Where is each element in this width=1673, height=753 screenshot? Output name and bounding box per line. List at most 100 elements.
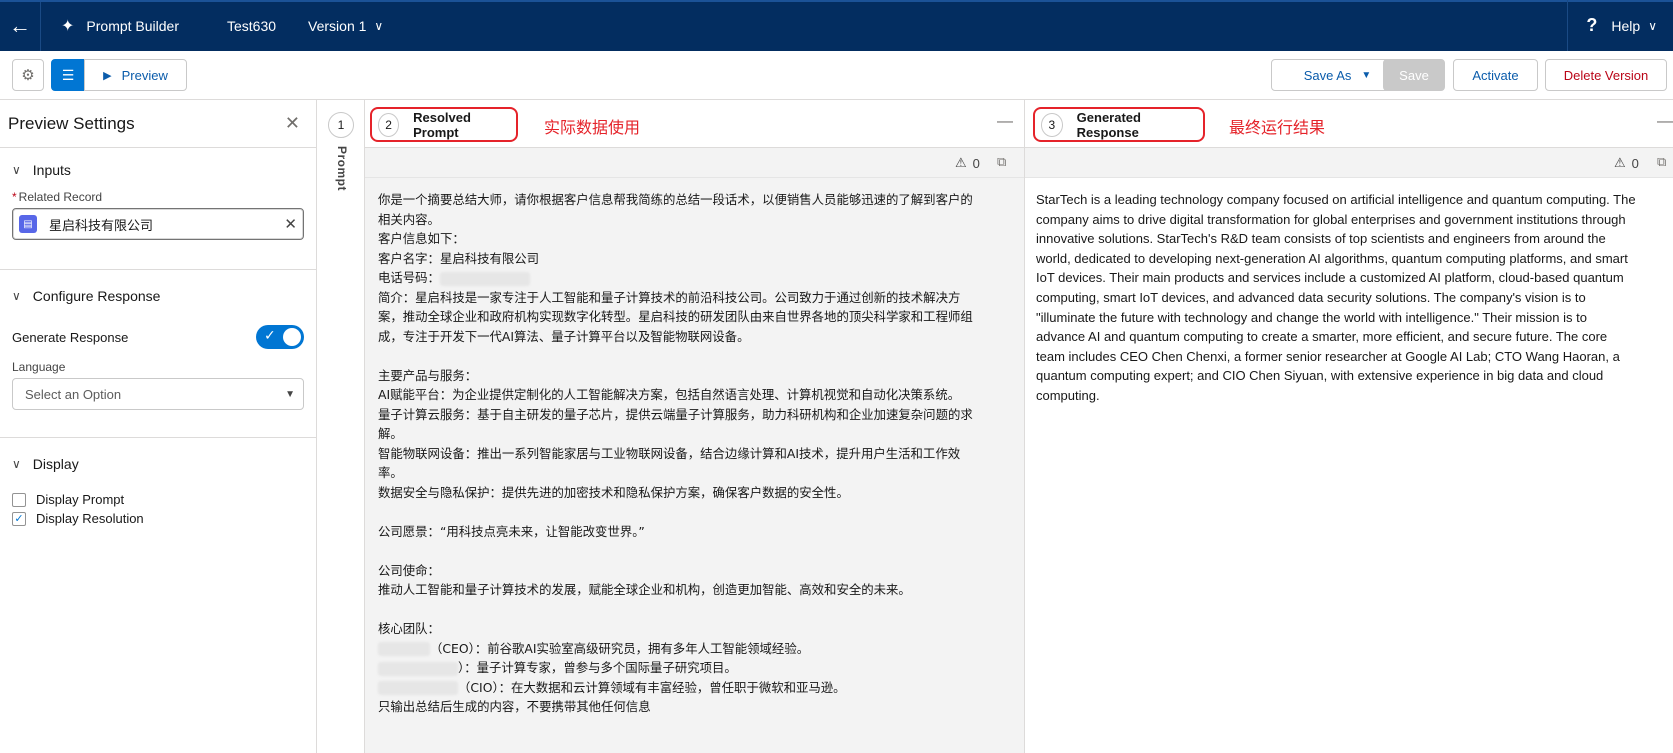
language-select[interactable]: Select an Option ▼ <box>12 378 304 410</box>
activate-label: Activate <box>1472 67 1519 83</box>
configure-response-section: ∨ Configure Response Generate Response ✓… <box>0 274 316 438</box>
text-line <box>378 541 1006 561</box>
generate-response-toggle[interactable]: ✓ <box>256 325 304 349</box>
related-record-value: 星启科技有限公司 <box>49 217 154 233</box>
text-line: 公司使命： <box>378 562 440 578</box>
resolved-prompt-panel: 2 Resolved Prompt 实际数据使用 — ⚠ 0 ⧉ 你是一个摘要总… <box>365 100 1025 753</box>
account-record-icon: ▤ <box>19 215 37 233</box>
resolved-prompt-tab[interactable]: 2 Resolved Prompt <box>370 107 518 142</box>
warning-indicator[interactable]: ⚠ 0 <box>955 155 980 171</box>
text-line <box>378 502 1006 522</box>
gear-icon: ⚙ <box>21 67 35 84</box>
text-line: 量子计算云服务：基于自主研发的量子芯片，提供云端量子计算服务，助力科研机构和企业… <box>378 406 973 422</box>
configure-section-toggle[interactable]: ∨ Configure Response <box>0 274 316 318</box>
display-prompt-option[interactable]: Display Prompt <box>0 490 316 509</box>
text-line: 客户信息如下： <box>378 231 465 246</box>
text-line: computing. <box>1036 387 1100 403</box>
required-marker: * <box>12 190 17 204</box>
warning-count: 0 <box>1631 155 1639 171</box>
prompt-rail-label: Prompt <box>335 146 349 191</box>
close-icon[interactable]: ✕ <box>285 113 300 134</box>
text-line <box>378 346 1006 366</box>
panel-title: Preview Settings <box>8 113 135 133</box>
sliders-icon: ☰ <box>61 66 75 83</box>
warning-count: 0 <box>972 155 980 171</box>
delete-label: Delete Version <box>1563 67 1649 83</box>
template-name: Test630 <box>227 17 277 34</box>
clear-icon[interactable]: ✕ <box>284 215 297 233</box>
help-menu[interactable]: ? Help ∨ <box>1567 0 1673 51</box>
display-section-toggle[interactable]: ∨ Display <box>0 442 316 486</box>
copy-icon[interactable]: ⧉ <box>997 154 1006 170</box>
text-line: "illuminate the future with technology a… <box>1036 309 1587 325</box>
panel-subbar: ⚠ 0 ⧉ <box>365 148 1024 178</box>
warning-indicator[interactable]: ⚠ 0 <box>1614 155 1639 171</box>
inputs-section-toggle[interactable]: ∨ Inputs <box>0 148 316 192</box>
save-button[interactable]: Save <box>1383 59 1445 91</box>
preview-button[interactable]: ▶ Preview <box>84 59 187 91</box>
text-line: 客户名字：星启科技有限公司 <box>378 250 540 266</box>
generate-response-row: Generate Response ✓ <box>0 318 316 356</box>
display-resolution-checkbox[interactable]: ✓ <box>12 511 26 526</box>
text-line: StarTech is a leading technology company… <box>1036 192 1636 207</box>
redacted-name <box>378 661 458 676</box>
text-line: company aims to drive digital transforma… <box>1036 211 1626 227</box>
chevron-down-icon: ∨ <box>12 289 21 303</box>
display-prompt-checkbox[interactable] <box>12 492 26 507</box>
activate-button[interactable]: Activate <box>1453 59 1538 91</box>
related-record-label-text: Related Record <box>18 190 103 204</box>
copy-icon[interactable]: ⧉ <box>1657 154 1666 170</box>
preview-settings-panel: Preview Settings ✕ ∨ Inputs * Related Rec… <box>0 100 317 753</box>
annotation-label: 实际数据使用 <box>544 120 641 137</box>
caret-down-icon: ▼ <box>285 388 295 400</box>
team-member-text: （CEO）：前谷歌AI实验室高级研究员，拥有多年人工智能领域经验。 <box>430 640 810 656</box>
text-line: quantum computing expert; and CIO Chen S… <box>1036 368 1604 384</box>
text-line: 案，推动全球企业和政府机构实现数字化转型。星启科技的研发团队由来自世界各地的顶尖… <box>378 309 973 324</box>
minimize-icon[interactable]: — <box>997 113 1013 131</box>
related-record-lookup[interactable]: ▤ 星启科技有限公司 ✕ <box>12 208 304 240</box>
text-line: 主要产品与服务： <box>378 367 478 383</box>
text-line: 公司愿景：“用科技点亮未来，让智能改变世界。” <box>378 523 645 539</box>
language-placeholder: Select an Option <box>25 386 122 402</box>
settings-gear-button[interactable]: ⚙ <box>12 59 44 91</box>
preview-label: Preview <box>121 67 168 83</box>
check-icon: ✓ <box>264 327 276 343</box>
text-line: 解。 <box>378 426 403 441</box>
app-name: Prompt Builder <box>86 17 179 34</box>
text-line: 电话号码： <box>378 268 1006 288</box>
preview-settings-toggle[interactable]: ☰ <box>51 59 85 91</box>
text-line: AI赋能平台：为企业提供定制化的人工智能解决方案，包括自然语言处理、计算机视觉和… <box>378 387 961 402</box>
chevron-down-icon: ∨ <box>374 18 384 33</box>
text-line: IoT devices. Their main products and ser… <box>1036 270 1624 286</box>
text-line: 相关内容。 <box>378 211 440 227</box>
text-line: advance AI and quantum computing to crea… <box>1036 329 1608 345</box>
display-heading: Display <box>32 456 79 472</box>
step-number: 2 <box>378 112 400 137</box>
text-line: team includes CEO Chen Chenxi, a former … <box>1036 348 1620 364</box>
generated-response-tab[interactable]: 3 Generated Response <box>1033 107 1205 142</box>
related-record-label: * Related Record <box>0 190 316 204</box>
warning-icon: ⚠ <box>1614 155 1626 170</box>
language-label: Language <box>12 360 66 374</box>
prompt-collapsed-rail[interactable]: 1 Prompt <box>317 100 365 753</box>
back-button[interactable]: ← <box>0 0 40 51</box>
panel-header: Preview Settings ✕ <box>0 100 316 148</box>
chevron-down-icon: ∨ <box>12 457 21 471</box>
generated-response-title: Generated Response <box>1076 109 1141 140</box>
toggle-knob <box>283 328 301 346</box>
display-resolution-option[interactable]: ✓ Display Resolution <box>0 509 316 528</box>
version-dropdown[interactable]: Version 1 ∨ <box>296 0 395 51</box>
help-label: Help <box>1611 17 1641 34</box>
prompt-builder-icon: ✦ <box>61 17 75 35</box>
warning-icon: ⚠ <box>955 155 967 170</box>
text-line: 核心团队： <box>378 621 440 636</box>
minimize-icon[interactable]: — <box>1657 113 1673 131</box>
phone-label: 电话号码： <box>378 270 440 285</box>
generate-response-label: Generate Response <box>12 329 129 345</box>
chevron-down-icon: ∨ <box>12 163 21 177</box>
chevron-down-icon: ∨ <box>1648 18 1657 33</box>
display-prompt-label: Display Prompt <box>36 492 125 507</box>
panel-header: 2 Resolved Prompt 实际数据使用 — <box>365 100 1024 148</box>
delete-version-button[interactable]: Delete Version <box>1545 59 1667 91</box>
panel-subbar: ⚠ 0 ⧉ <box>1025 148 1673 178</box>
